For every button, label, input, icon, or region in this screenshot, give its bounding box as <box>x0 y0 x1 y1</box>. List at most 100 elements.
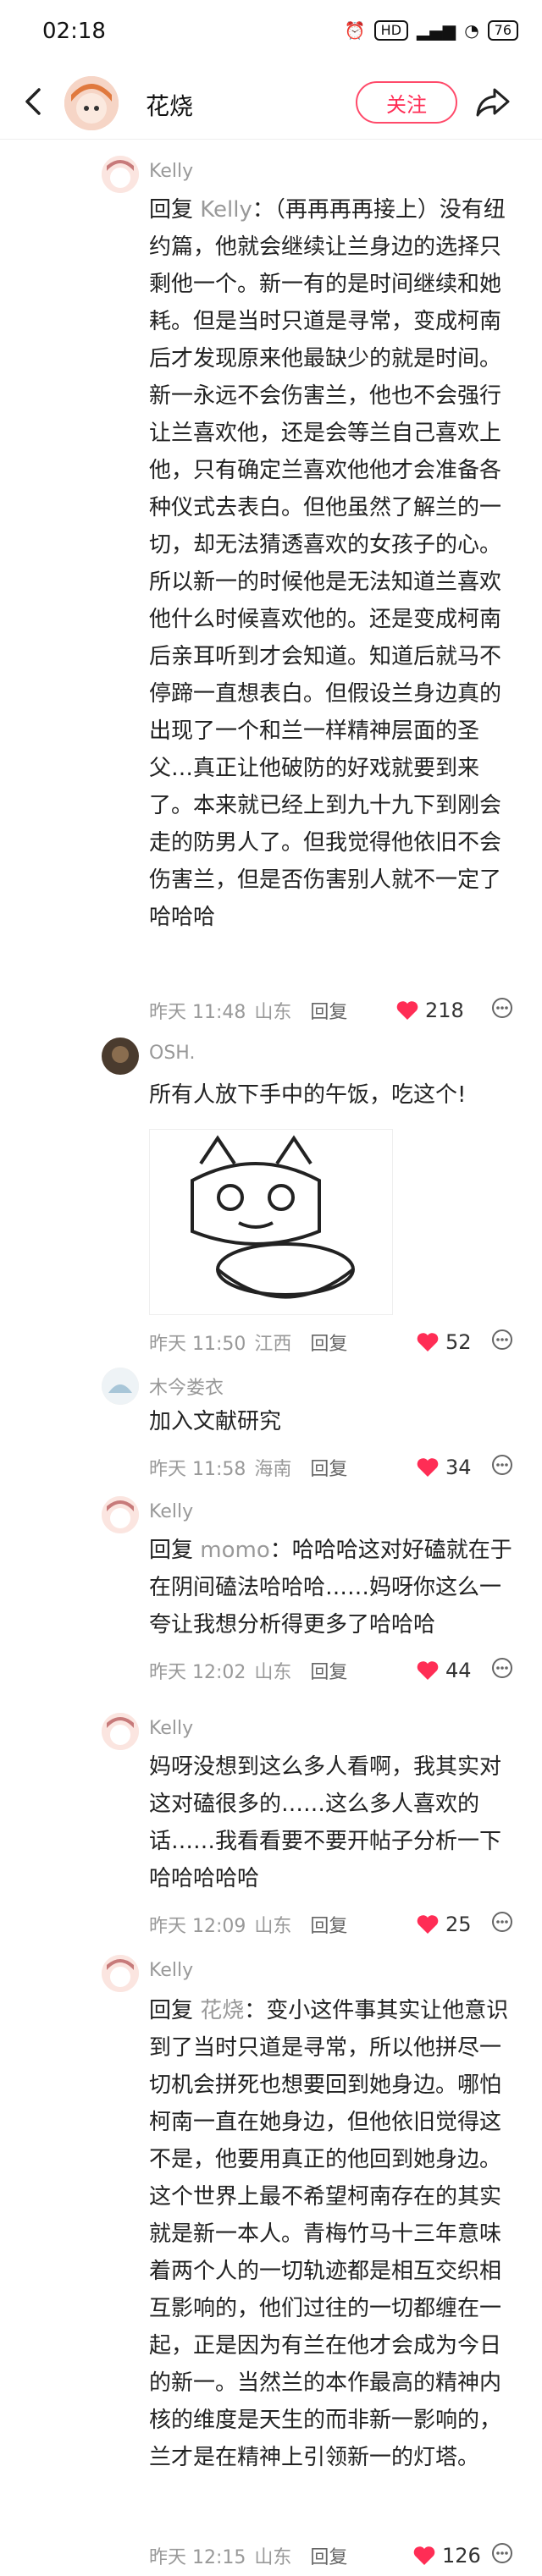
more-icon[interactable] <box>491 997 513 1024</box>
heart-icon <box>417 1661 439 1680</box>
signal-icon: ▂▄▆ <box>417 20 456 41</box>
share-button[interactable] <box>474 83 512 120</box>
comment-body: ：（再再再再接上）没有纽约篇，他就会继续让兰身边的选择只剩他一个。新一有的是时间… <box>149 197 506 930</box>
avatar-image <box>102 1496 139 1533</box>
follow-button[interactable]: 关注 <box>356 81 457 124</box>
comment-text: 加入文献研究 <box>149 1409 282 1434</box>
reply-button[interactable]: 回复 <box>310 1911 347 1938</box>
avatar[interactable] <box>102 1955 139 1992</box>
avatar-image <box>102 1713 139 1750</box>
comment-username[interactable]: Kelly <box>149 1718 193 1739</box>
like-button[interactable]: 126 <box>413 2544 481 2568</box>
reply-button[interactable]: 回复 <box>310 1657 347 1684</box>
comment-meta: 昨天 11:50 江西 回复 52 <box>149 1329 522 1356</box>
comment-time: 昨天 12:02 <box>149 1662 246 1683</box>
comment-time: 昨天 11:58 <box>149 1459 246 1480</box>
reply-button[interactable]: 回复 <box>310 1454 347 1481</box>
comment-text: 所有人放下手中的午饭，吃这个! <box>149 1082 467 1108</box>
battery-icon: 76 <box>487 20 518 41</box>
heart-icon <box>417 1333 439 1351</box>
comment-meta: 昨天 12:15 山东 回复 126 <box>149 2542 522 2569</box>
comment-item: Kelly 妈呀没想到这么多人看啊，我其实对这对磕很多的……这么多人喜欢的话……… <box>0 1706 542 1937</box>
reply-target[interactable]: 花烧 <box>200 1998 244 2023</box>
more-icon[interactable] <box>491 1657 513 1684</box>
comment-item: Kelly 回复 花烧：变小这件事其实让他意识到了当时只道是寻常，所以他拼尽一切… <box>0 1948 542 2574</box>
avatar-image <box>102 156 139 193</box>
cat-eating-sticker <box>191 1135 355 1299</box>
reply-button[interactable]: 回复 <box>310 2542 347 2569</box>
comment-text: 回复 momo：哈哈哈这对好磕就在于在阴间磕法哈哈哈……妈呀你这么一夸让我想分析… <box>149 1532 522 1643</box>
like-button[interactable]: 52 <box>417 1330 472 1354</box>
heart-icon <box>413 2546 435 2565</box>
heart-icon <box>417 1458 439 1477</box>
comment-text: 回复 Kelly：（再再再再接上）没有纽约篇，他就会继续让兰身边的选择只剩他一个… <box>149 191 522 936</box>
avatar-image <box>102 1038 139 1075</box>
like-button[interactable]: 218 <box>396 999 464 1022</box>
alarm-icon: ⏰ <box>344 20 366 41</box>
comment-item: Kelly 回复 momo：哈哈哈这对好磕就在于在阴间磕法哈哈哈……妈呀你这么一… <box>0 1489 542 1693</box>
sticker-image[interactable] <box>149 1129 393 1315</box>
comment-username[interactable]: Kelly <box>149 161 193 182</box>
avatar-image <box>102 1368 139 1405</box>
reply-button[interactable]: 回复 <box>310 1329 347 1356</box>
comment-time: 昨天 11:48 <box>149 1002 246 1023</box>
reply-button[interactable]: 回复 <box>310 997 347 1024</box>
avatar[interactable] <box>102 1496 139 1533</box>
status-time: 02:18 <box>42 19 106 44</box>
back-button[interactable] <box>17 85 51 118</box>
comment-item: Kelly 回复 Kelly：（再再再再接上）没有纽约篇，他就会继续让兰身边的选… <box>0 149 542 1050</box>
author-name[interactable]: 花烧 <box>146 88 193 122</box>
top-bar: 花烧 关注 <box>0 64 542 140</box>
more-icon[interactable] <box>491 2542 513 2569</box>
comment-meta: 昨天 11:58 海南 回复 34 <box>149 1454 522 1481</box>
avatar[interactable] <box>102 1038 139 1075</box>
avatar-image <box>64 76 119 130</box>
like-button[interactable]: 25 <box>417 1913 472 1936</box>
reply-target[interactable]: momo <box>200 1538 269 1563</box>
comment-time: 昨天 12:15 <box>149 2547 246 2568</box>
hd-badge: HD <box>373 20 409 41</box>
like-button[interactable]: 44 <box>417 1659 472 1682</box>
reply-prefix: 回复 <box>149 1998 194 2023</box>
comment-username[interactable]: OSH. <box>149 1043 195 1064</box>
comment-location: 山东 <box>254 1662 292 1683</box>
reply-prefix: 回复 <box>149 197 194 223</box>
comment-location: 海南 <box>254 1459 292 1480</box>
like-count: 25 <box>445 1913 472 1936</box>
more-icon[interactable] <box>491 1329 513 1356</box>
avatar-image <box>102 1955 139 1992</box>
like-button[interactable]: 34 <box>417 1456 472 1479</box>
status-icons: ⏰ HD ▂▄▆ ◔ 76 <box>345 20 518 41</box>
comment-location: 江西 <box>254 1334 292 1355</box>
comment-username[interactable]: 木今娄衣 <box>149 1373 224 1400</box>
chevron-left-icon <box>25 88 41 115</box>
more-icon[interactable] <box>491 1454 513 1481</box>
more-icon[interactable] <box>491 1911 513 1938</box>
avatar[interactable] <box>102 156 139 193</box>
comment-location: 山东 <box>254 1916 292 1937</box>
comment-text: 妈呀没想到这么多人看啊，我其实对这对磕很多的……这么多人喜欢的话……我看看要不要… <box>149 1754 502 1891</box>
comment-meta: 昨天 12:09 山东 回复 25 <box>149 1911 522 1938</box>
avatar[interactable] <box>102 1713 139 1750</box>
avatar[interactable] <box>102 1368 139 1405</box>
comment-time: 昨天 11:50 <box>149 1334 246 1355</box>
heart-icon <box>417 1915 439 1934</box>
comment-meta: 昨天 12:02 山东 回复 44 <box>149 1657 522 1684</box>
wifi-icon: ◔ <box>464 20 479 41</box>
comment-location: 山东 <box>254 1002 292 1023</box>
comment-item: OSH. 所有人放下手中的午饭，吃这个! 昨天 11:50 江西 回复 52 <box>0 1031 542 1361</box>
comment-text: 回复 花烧：变小这件事其实让他意识到了当时只道是寻常，所以他拼尽一切机会拼死也想… <box>149 1992 522 2476</box>
comment-time: 昨天 12:09 <box>149 1916 246 1937</box>
comment-body: ：变小这件事其实让他意识到了当时只道是寻常，所以他拼尽一切机会拼死也想要回到她身… <box>149 1998 509 2470</box>
reply-prefix: 回复 <box>149 1538 194 1563</box>
like-count: 34 <box>445 1456 472 1479</box>
author-avatar[interactable] <box>64 76 119 130</box>
comment-username[interactable]: Kelly <box>149 1960 193 1981</box>
heart-icon <box>396 1001 418 1020</box>
reply-target[interactable]: Kelly <box>200 197 252 223</box>
comment-meta: 昨天 11:48 山东 回复 218 <box>149 997 522 1024</box>
like-count: 126 <box>442 2544 481 2568</box>
like-count: 44 <box>445 1659 472 1682</box>
like-count: 218 <box>425 999 464 1022</box>
comment-username[interactable]: Kelly <box>149 1501 193 1522</box>
